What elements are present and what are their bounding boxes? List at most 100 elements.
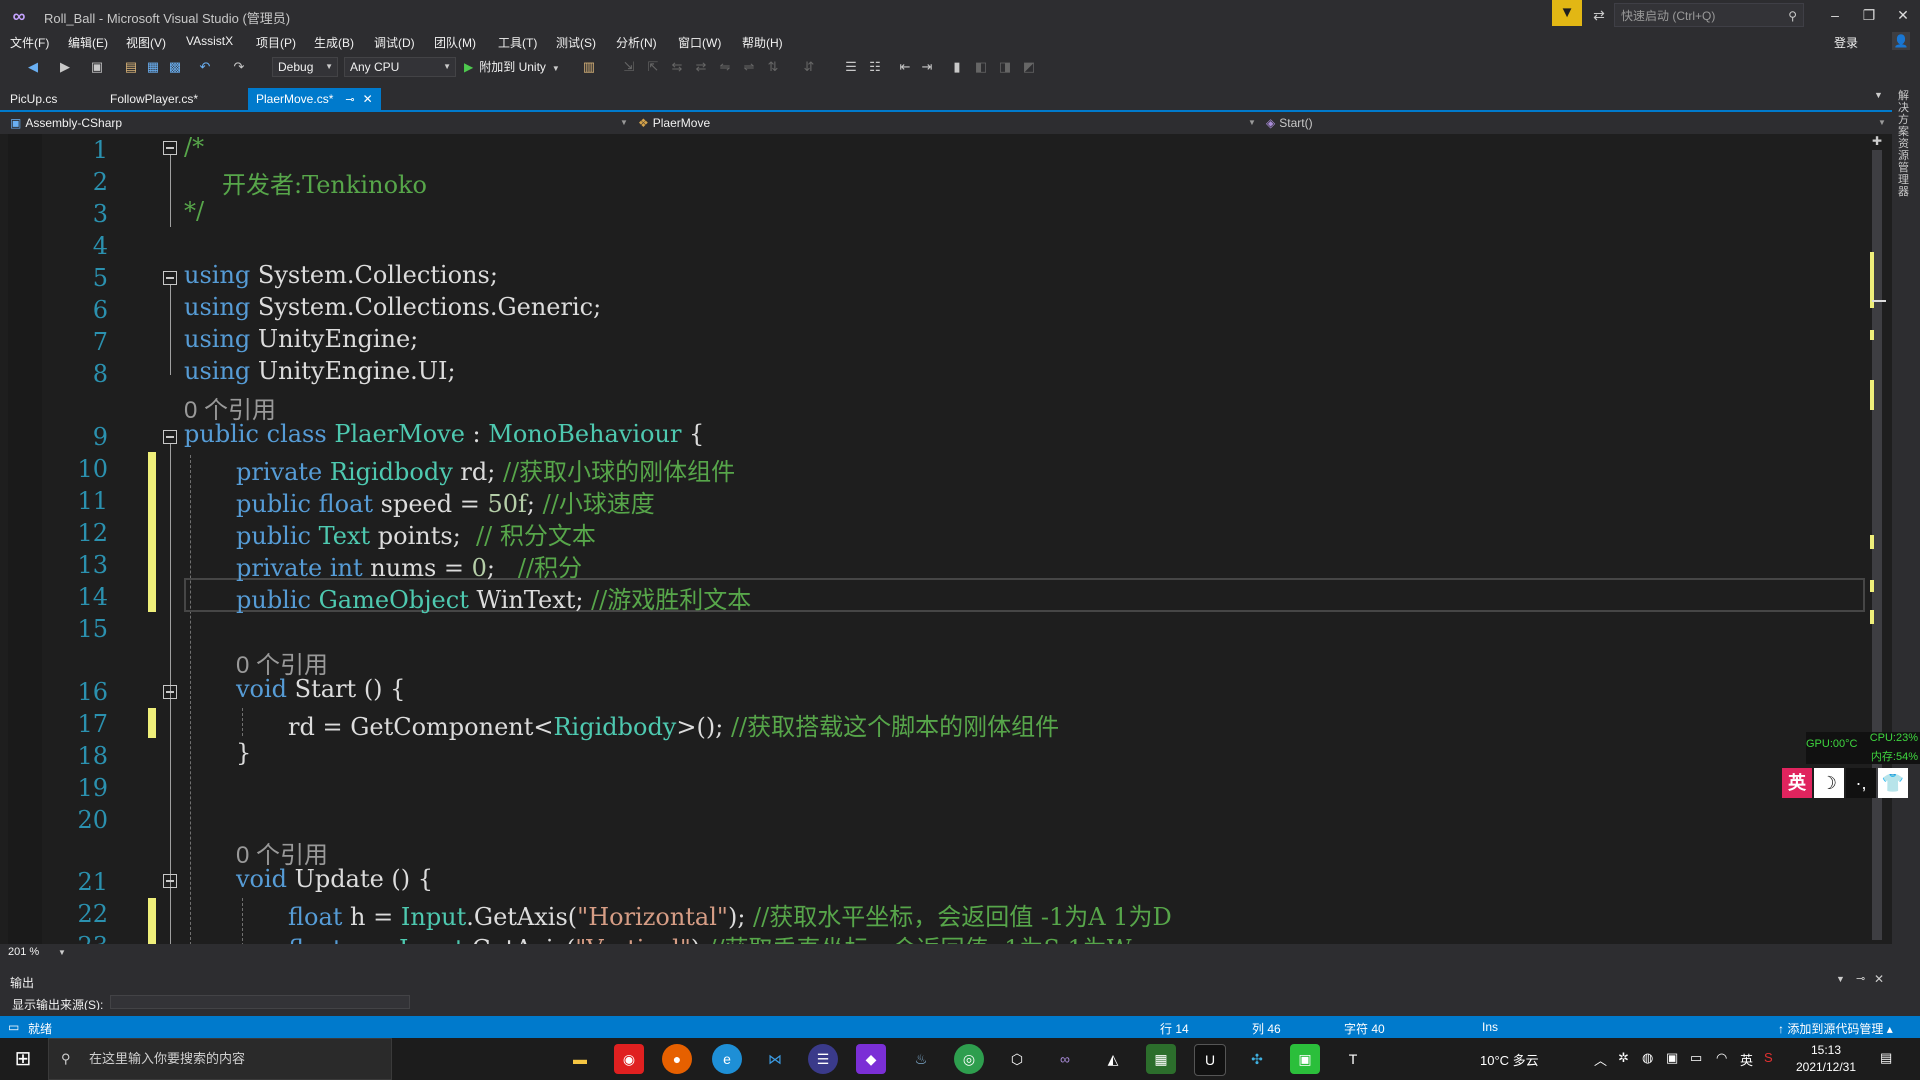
collapse-region-icon[interactable] (163, 874, 177, 888)
vscode-icon[interactable]: ⋈ (760, 1044, 790, 1074)
undo-icon[interactable]: ↶ (196, 58, 214, 76)
visual-studio-icon[interactable]: ∞ (1050, 1044, 1080, 1074)
unity-hub-icon[interactable]: ⬡ (1002, 1044, 1032, 1074)
forward-icon[interactable]: ▶ (56, 58, 74, 76)
indent-icon[interactable]: ⇥ (918, 58, 936, 76)
menu-analyze[interactable]: 分析(N) (616, 34, 657, 51)
clock[interactable]: 15:13 2021/12/31 (1788, 1042, 1864, 1076)
code-line-13[interactable]: private int nums = 0; //积分 (236, 548, 582, 583)
tray-chevron-icon[interactable]: ︿ (1594, 1050, 1607, 1069)
code-line-21[interactable]: void Update () { (236, 865, 433, 893)
minimize-button[interactable]: – (1820, 4, 1850, 26)
save-all-icon[interactable]: ▩ (166, 58, 184, 76)
moon-icon[interactable]: ☽ (1814, 768, 1844, 798)
menu-debug[interactable]: 调试(D) (374, 34, 415, 51)
source-control-button[interactable]: ↑ 添加到源代码管理 ▴ (1778, 1020, 1893, 1037)
uncomment-icon[interactable]: ☷ (866, 58, 884, 76)
save-icon[interactable]: ▦ (144, 58, 162, 76)
account-icon[interactable]: 👤 (1892, 32, 1910, 50)
quick-launch-input[interactable]: 快速启动 (Ctrl+Q) ⚲ (1614, 3, 1804, 27)
windows-start-icon[interactable]: ⊞ (0, 1038, 46, 1080)
split-icon[interactable]: ✚ (1872, 134, 1882, 148)
feedback-icon[interactable]: ⇄ (1588, 4, 1610, 26)
tray-app-icon[interactable]: ✲ (1618, 1050, 1629, 1066)
skin-icon[interactable]: 👕 (1878, 768, 1908, 798)
code-line-6[interactable]: using System.Collections.Generic; (184, 293, 601, 321)
bookmark-icon[interactable]: ▮ (948, 58, 966, 76)
pin-icon[interactable]: ⊸ (1856, 972, 1865, 985)
zoom-level[interactable]: 201 % (8, 946, 39, 958)
collapse-region-icon[interactable] (163, 685, 177, 699)
taskbar-search-input[interactable]: ⚲ 在这里输入你要搜索的内容 (48, 1038, 392, 1080)
close-icon[interactable]: ✕ (363, 92, 373, 106)
solution-explorer-tab[interactable]: 解决方案资源管理器 (1898, 90, 1914, 198)
edge-icon[interactable]: e (712, 1044, 742, 1074)
code-line-8[interactable]: using UnityEngine.UI; (184, 357, 456, 385)
code-line-9[interactable]: public class PlaerMove : MonoBehaviour { (184, 420, 704, 448)
restore-button[interactable]: ❐ (1854, 4, 1884, 26)
configuration-select[interactable]: Debug ▼ (272, 57, 338, 77)
menu-vassistx[interactable]: VAssistX (186, 34, 233, 48)
menu-file[interactable]: 文件(F) (10, 34, 49, 51)
tab-overflow-icon[interactable]: ▼ (1874, 90, 1883, 100)
member-dropdown[interactable]: ◈ Start() (1266, 114, 1866, 132)
menu-project[interactable]: 项目(P) (256, 34, 296, 51)
login-link[interactable]: 登录 (1834, 34, 1858, 51)
wifi-icon[interactable]: ◠ (1716, 1050, 1727, 1066)
code-line-18[interactable]: } (236, 739, 251, 767)
menu-test[interactable]: 测试(S) (556, 34, 596, 51)
code-line-1[interactable]: /* (184, 133, 204, 161)
browse-icon[interactable]: ▥ (580, 58, 598, 76)
tray-app-icon[interactable]: ◍ (1642, 1050, 1653, 1066)
file-explorer-icon[interactable]: ▬ (565, 1044, 595, 1074)
platform-select[interactable]: Any CPU ▼ (344, 57, 456, 77)
input-lang[interactable]: 英 (1740, 1050, 1753, 1069)
chevron-down-icon[interactable]: ▼ (1836, 974, 1845, 984)
collapse-region-icon[interactable] (163, 141, 177, 155)
collapse-region-icon[interactable] (163, 271, 177, 285)
netease-music-icon[interactable]: ◉ (614, 1044, 644, 1074)
jetbrains-icon[interactable]: ◆ (856, 1044, 886, 1074)
typora-icon[interactable]: T (1338, 1044, 1368, 1074)
weather-text[interactable]: 10°C 多云 (1480, 1050, 1539, 1069)
project-dropdown[interactable]: ▣ Assembly-CSharp (10, 114, 630, 132)
redo-icon[interactable]: ↷ (230, 58, 248, 76)
code-line-3[interactable]: */ (184, 197, 204, 225)
pin-icon[interactable]: ⊸ (345, 94, 354, 106)
unity-icon[interactable]: ◭ (1098, 1044, 1128, 1074)
wechat-icon[interactable]: ▣ (1290, 1044, 1320, 1074)
menu-build[interactable]: 生成(B) (314, 34, 354, 51)
open-file-icon[interactable]: ▤ (122, 58, 140, 76)
code-line-2[interactable]: 开发者:Tenkinoko (222, 165, 427, 200)
firefox-icon[interactable]: ● (662, 1044, 692, 1074)
menu-tools[interactable]: 工具(T) (498, 34, 537, 51)
code-line-22[interactable]: float h = Input.GetAxis("Horizontal"); /… (288, 897, 1172, 932)
notification-icon[interactable]: ▤ (1880, 1050, 1892, 1066)
comment-icon[interactable]: ☰ (842, 58, 860, 76)
tab-plaermove[interactable]: PlaerMove.cs* ⊸ ✕ (248, 88, 381, 110)
code-line-5[interactable]: using System.Collections; (184, 261, 498, 289)
code-line-14[interactable]: public GameObject WinText; //游戏胜利文本 (236, 580, 751, 615)
back-icon[interactable]: ◀ (24, 58, 42, 76)
punctuation-icon[interactable]: ·, (1846, 768, 1876, 798)
tray-app-icon[interactable]: ▣ (1666, 1050, 1678, 1066)
menu-view[interactable]: 视图(V) (126, 34, 166, 51)
code-line-10[interactable]: private Rigidbody rd; //获取小球的刚体组件 (236, 452, 735, 487)
output-source-select[interactable] (110, 995, 410, 1009)
code-line-23[interactable]: float v = Input.GetAxis("Vertical");//获取… (288, 929, 1132, 944)
app-icon[interactable]: ▦ (1146, 1044, 1176, 1074)
network-app-icon[interactable]: ✣ (1242, 1044, 1272, 1074)
menu-team[interactable]: 团队(M) (434, 34, 476, 51)
steam-icon[interactable]: ♨ (906, 1044, 936, 1074)
chrome-icon[interactable]: ◎ (954, 1044, 984, 1074)
horizontal-scrollbar[interactable] (0, 944, 1892, 962)
menu-edit[interactable]: 编辑(E) (68, 34, 108, 51)
new-project-icon[interactable]: ▣ (88, 58, 106, 76)
code-line-16[interactable]: void Start () { (236, 675, 405, 703)
code-line-17[interactable]: rd = GetComponent<Rigidbody>(); //获取搭载这个… (288, 707, 1059, 742)
attach-to-unity-button[interactable]: ▶ 附加到 Unity ▼ (464, 57, 560, 77)
code-line-7[interactable]: using UnityEngine; (184, 325, 418, 353)
collapse-region-icon[interactable] (163, 430, 177, 444)
code-line-11[interactable]: public float speed = 50f; //小球速度 (236, 484, 655, 519)
tab-followplayer[interactable]: FollowPlayer.cs* (102, 88, 206, 110)
